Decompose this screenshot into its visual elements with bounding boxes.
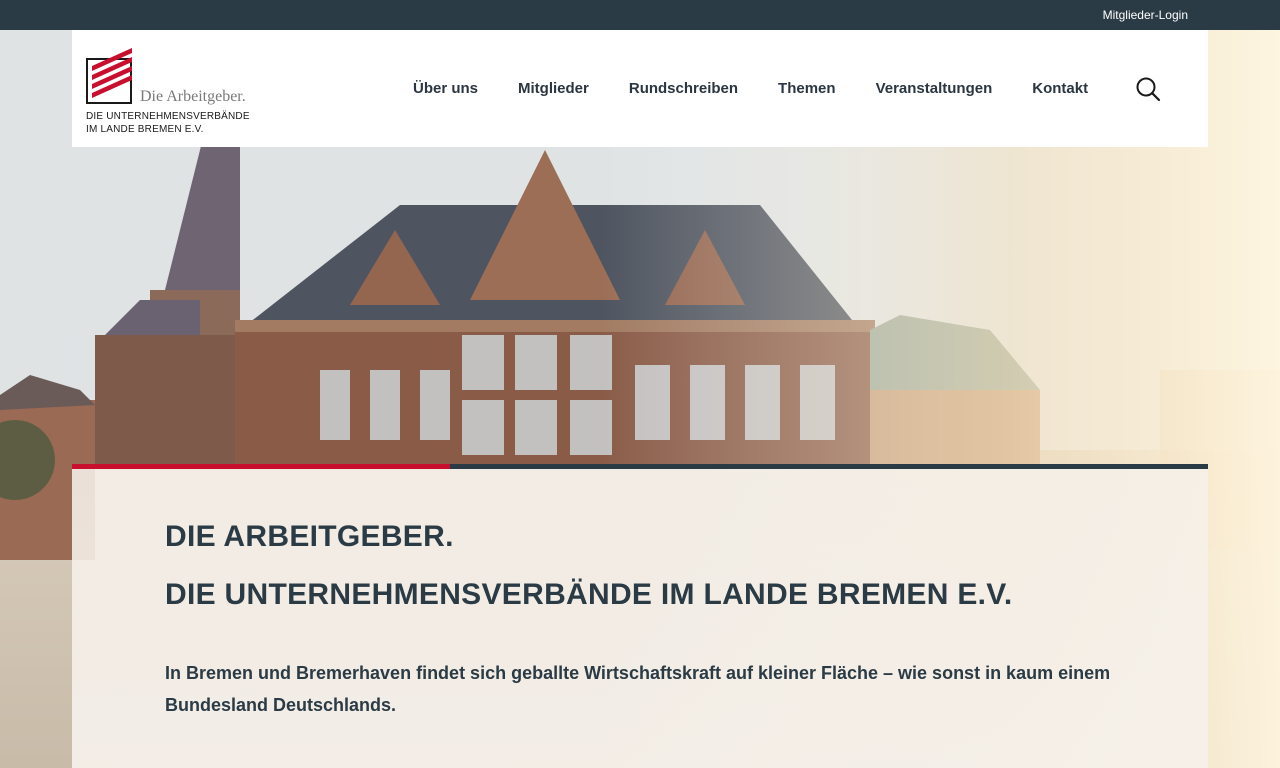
logo-org-line2: IM LANDE BREMEN E.V. <box>86 124 204 135</box>
nav-item-kontakt[interactable]: Kontakt <box>1032 80 1088 100</box>
intro-panel: DIE ARBEITGEBER. DIE UNTERNEHMENSVERBÄND… <box>72 464 1208 768</box>
logo-org-name: DIE UNTERNEHMENSVERBÄNDE IM LANDE BREMEN… <box>86 110 250 136</box>
accent-bar-red <box>72 464 450 469</box>
main-nav: Über uns Mitglieder Rundschreiben Themen… <box>413 80 1088 100</box>
search-icon[interactable] <box>1135 76 1161 102</box>
top-bar: Mitglieder-Login <box>0 0 1280 30</box>
member-login-link[interactable]: Mitglieder-Login <box>1103 8 1188 22</box>
logo[interactable]: Die Arbeitgeber. DIE UNTERNEHMENSVERBÄND… <box>86 48 266 138</box>
headline-line2: DIE UNTERNEHMENSVERBÄNDE IM LANDE BREMEN… <box>165 578 1013 611</box>
intro-text: In Bremen und Bremerhaven findet sich ge… <box>165 663 1111 715</box>
site-header: Die Arbeitgeber. DIE UNTERNEHMENSVERBÄND… <box>72 30 1208 147</box>
nav-item-ueber-uns[interactable]: Über uns <box>413 80 478 100</box>
headline-line1: DIE ARBEITGEBER. <box>165 520 454 553</box>
nav-item-themen[interactable]: Themen <box>778 80 836 100</box>
nav-item-mitglieder[interactable]: Mitglieder <box>518 80 589 100</box>
accent-bar-dark <box>450 464 1208 469</box>
nav-item-veranstaltungen[interactable]: Veranstaltungen <box>876 80 993 100</box>
nav-item-rundschreiben[interactable]: Rundschreiben <box>629 80 738 100</box>
logo-mark-icon <box>86 48 132 104</box>
logo-org-line1: DIE UNTERNEHMENSVERBÄNDE <box>86 111 250 122</box>
logo-tagline: Die Arbeitgeber. <box>140 88 246 105</box>
